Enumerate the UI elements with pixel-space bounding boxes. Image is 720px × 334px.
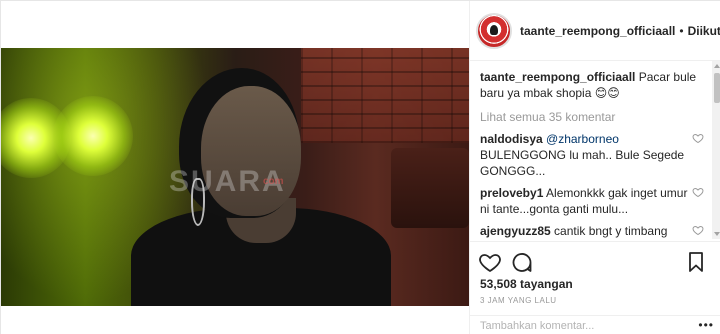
caption-username[interactable]: taante_reempong_officiaall: [480, 70, 635, 84]
video-player[interactable]: SUARA com: [1, 48, 469, 306]
comment-username[interactable]: ajengyuzz85: [480, 224, 551, 238]
heart-icon[interactable]: [692, 224, 704, 236]
comment-item: ajengyuzz85 cantik bngt y timbang muljem: [480, 223, 704, 239]
post-sidebar: taante_reempong_officiaall • Diikuti taa…: [469, 1, 720, 334]
scroll-up-icon[interactable]: [714, 64, 720, 68]
heart-icon[interactable]: [478, 250, 502, 274]
video-area: SUARA com: [1, 1, 469, 334]
comment-input[interactable]: [470, 317, 680, 334]
stage-light-right: [53, 96, 133, 176]
watermark-sub: com: [263, 176, 284, 187]
instagram-post: SUARA com taante_reempong_officiaall • D…: [0, 0, 720, 334]
follow-status-button[interactable]: Diikuti: [688, 24, 720, 38]
header-separator: •: [679, 23, 684, 38]
sofa: [391, 148, 469, 228]
bookmark-icon[interactable]: [684, 250, 708, 274]
comment-mention[interactable]: @zharborneo: [546, 132, 619, 146]
comment-username[interactable]: preloveby1: [480, 186, 543, 200]
post-caption: taante_reempong_officiaall Pacar bule ba…: [480, 69, 704, 101]
add-comment-bar: •••: [470, 315, 720, 334]
load-more-comments[interactable]: Lihat semua 35 komentar: [480, 109, 704, 125]
comment-icon[interactable]: [510, 250, 534, 274]
post-timestamp: 3 JAM YANG LALU: [480, 296, 557, 305]
brick-wall: [301, 48, 469, 143]
comments-scrollbar[interactable]: [712, 61, 720, 239]
heart-icon[interactable]: [692, 132, 704, 144]
scroll-down-icon[interactable]: [714, 232, 720, 236]
comments-list[interactable]: taante_reempong_officiaall Pacar bule ba…: [470, 61, 712, 239]
action-bar: [470, 241, 720, 277]
heart-icon[interactable]: [692, 186, 704, 198]
comment-text: BULENGGONG lu mah.. Bule Segede GONGGG..…: [480, 148, 685, 178]
comment-username[interactable]: naldodisya: [480, 132, 543, 146]
author-username[interactable]: taante_reempong_officiaall: [520, 24, 675, 38]
post-header: taante_reempong_officiaall • Diikuti: [470, 1, 720, 61]
more-options-icon[interactable]: •••: [698, 318, 714, 332]
view-count: 53,508 tayangan: [480, 277, 573, 291]
comment-item: naldodisya @zharborneo BULENGGONG lu mah…: [480, 131, 704, 179]
profile-avatar[interactable]: [476, 12, 512, 49]
comment-item: preloveby1 Alemonkkk gak inget umur ni t…: [480, 185, 704, 217]
scrollbar-thumb[interactable]: [714, 73, 720, 103]
